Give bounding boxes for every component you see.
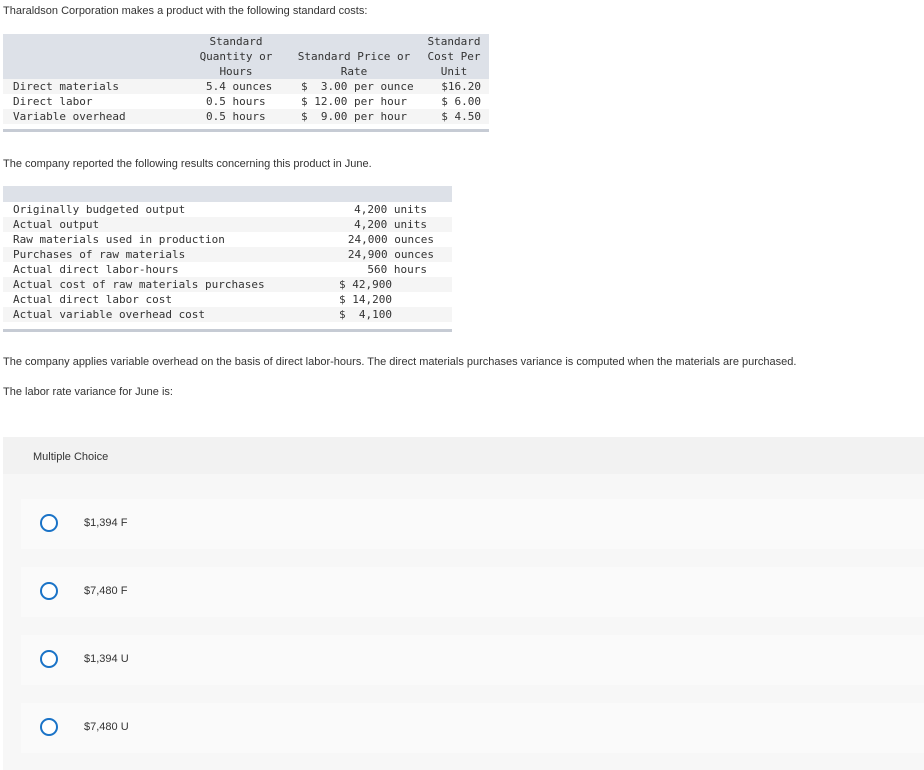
row-item: Direct labor bbox=[13, 95, 93, 108]
row-label: Actual cost of raw materials purchases bbox=[13, 278, 265, 291]
choice-option-3[interactable]: $1,394 U bbox=[21, 635, 924, 685]
choice-label: $7,480 F bbox=[84, 585, 128, 597]
table-divider bbox=[3, 129, 489, 132]
row-label: Actual output bbox=[13, 218, 100, 231]
intro-text: Tharaldson Corporation makes a product w… bbox=[3, 5, 368, 17]
choice-label: $1,394 F bbox=[84, 517, 128, 529]
row-value: 4,200 units bbox=[354, 203, 427, 216]
row-price: $ 12.00 per hour bbox=[301, 95, 407, 108]
row-label: Actual direct labor cost bbox=[13, 293, 172, 306]
row-cost: $16.20 bbox=[441, 80, 481, 93]
results-intro-text: The company reported the following resul… bbox=[3, 158, 372, 170]
row-item: Variable overhead bbox=[13, 110, 126, 123]
row-quantity: 0.5 hours bbox=[206, 110, 266, 123]
row-item: Direct materials bbox=[13, 80, 119, 93]
row-price: $ 9.00 per hour bbox=[301, 110, 407, 123]
standard-cost-table-header: Standard Quantity or Hours Standard Pric… bbox=[3, 34, 489, 79]
row-label: Purchases of raw materials bbox=[13, 248, 186, 261]
radio-button-icon[interactable] bbox=[40, 514, 58, 532]
choice-list: $1,394 F $7,480 F $1,394 U $7,480 U bbox=[3, 474, 924, 770]
note-text: The company applies variable overhead on… bbox=[3, 356, 797, 368]
row-value: $ 42,900 bbox=[339, 278, 392, 291]
row-value: 24,900 ounces bbox=[347, 248, 434, 261]
row-cost: $ 6.00 bbox=[441, 95, 481, 108]
radio-button-icon[interactable] bbox=[40, 718, 58, 736]
table-row: Actual cost of raw materials purchases $… bbox=[3, 277, 452, 292]
multiple-choice-panel: Multiple Choice $1,394 F $7,480 F $1,394… bbox=[3, 437, 924, 770]
row-quantity: 5.4 ounces bbox=[206, 80, 273, 93]
row-label: Originally budgeted output bbox=[13, 203, 186, 216]
table-row: Actual direct labor-hours 560 hours bbox=[3, 262, 452, 277]
row-cost: $ 4.50 bbox=[441, 110, 481, 123]
row-quantity: 0.5 hours bbox=[206, 95, 266, 108]
choice-option-4[interactable]: $7,480 U bbox=[21, 703, 924, 753]
header-cost: Standard Cost Per Unit bbox=[427, 35, 481, 78]
results-table-header bbox=[3, 186, 452, 202]
results-table: Originally budgeted output 4,200 units A… bbox=[3, 186, 452, 333]
table-row: Raw materials used in production 24,000 … bbox=[3, 232, 452, 247]
table-row: Actual direct labor cost $ 14,200 bbox=[3, 292, 452, 307]
row-label: Actual variable overhead cost bbox=[13, 308, 206, 321]
table-row: Direct labor 0.5 hours $ 12.00 per hour … bbox=[3, 94, 489, 109]
row-value: 4,200 units bbox=[354, 218, 427, 231]
header-price: Standard Price or Rate bbox=[297, 50, 411, 78]
radio-button-icon[interactable] bbox=[40, 650, 58, 668]
row-label: Raw materials used in production bbox=[13, 233, 225, 246]
row-price: $ 3.00 per ounce bbox=[301, 80, 414, 93]
choice-label: $1,394 U bbox=[84, 653, 129, 665]
row-value: 24,000 ounces bbox=[347, 233, 434, 246]
radio-button-icon[interactable] bbox=[40, 582, 58, 600]
table-row: Purchases of raw materials 24,900 ounces bbox=[3, 247, 452, 262]
table-row: Originally budgeted output 4,200 units bbox=[3, 202, 452, 217]
table-row: Actual output 4,200 units bbox=[3, 217, 452, 232]
choice-option-2[interactable]: $7,480 F bbox=[21, 567, 924, 617]
table-divider bbox=[3, 329, 452, 332]
row-label: Actual direct labor-hours bbox=[13, 263, 179, 276]
multiple-choice-title: Multiple Choice bbox=[33, 451, 109, 463]
choice-option-1[interactable]: $1,394 F bbox=[21, 499, 924, 549]
row-value: 560 hours bbox=[367, 263, 427, 276]
table-row: Actual variable overhead cost $ 4,100 bbox=[3, 307, 452, 322]
choice-label: $7,480 U bbox=[84, 721, 129, 733]
header-quantity: Standard Quantity or Hours bbox=[199, 35, 273, 78]
row-value: $ 4,100 bbox=[339, 308, 392, 321]
table-row: Variable overhead 0.5 hours $ 9.00 per h… bbox=[3, 109, 489, 124]
row-value: $ 14,200 bbox=[339, 293, 392, 306]
question-text: The labor rate variance for June is: bbox=[3, 386, 173, 398]
table-row: Direct materials 5.4 ounces $ 3.00 per o… bbox=[3, 79, 489, 94]
standard-cost-table: Standard Quantity or Hours Standard Pric… bbox=[3, 34, 489, 133]
